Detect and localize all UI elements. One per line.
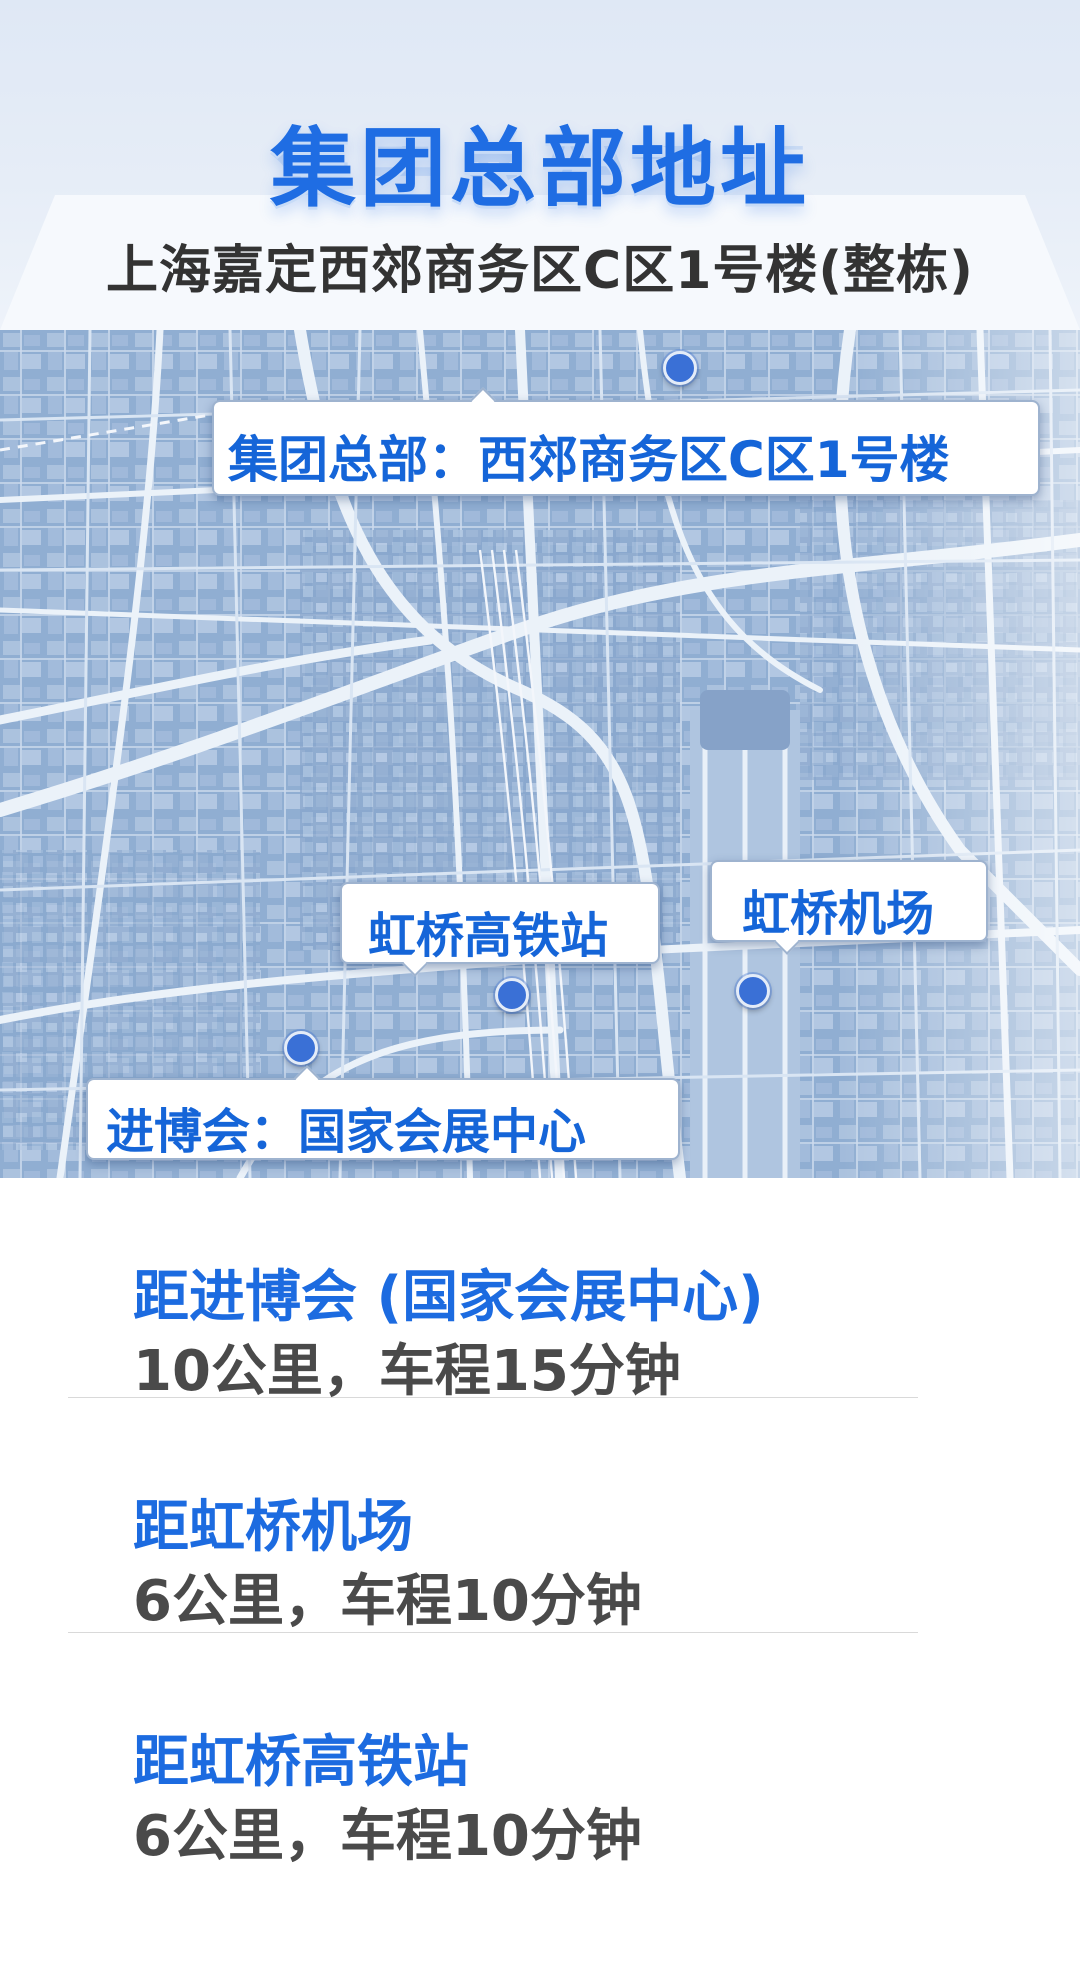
page-title: 集团总部地址 [270, 119, 810, 219]
distance-title: 距进博会 (国家会展中心) [133, 1265, 764, 1330]
expo-label: 进博会：国家会展中心 [106, 1104, 587, 1160]
distance-item-expo: 距进博会 (国家会展中心) 10公里，车程15分钟 [68, 1240, 918, 1404]
airport-pin[interactable] [736, 974, 770, 1008]
headquarters-label: 集团总部：西郊商务区C区1号楼 [228, 431, 950, 489]
distance-item-railway-station: 距虹桥高铁站 6公里，车程10分钟 [68, 1705, 918, 1869]
expo-pin[interactable] [284, 1031, 318, 1065]
header: 集团总部地址 集团总部地址 上海嘉定西郊商务区C区1号楼(整栋) [0, 0, 1080, 330]
distance-title: 距虹桥高铁站 [133, 1730, 469, 1795]
area-map[interactable]: 集团总部：西郊商务区C区1号楼 虹桥高铁站 虹桥机场 进博会：国家会展中心 [0, 330, 1080, 1178]
distance-item-airport: 距虹桥机场 6公里，车程10分钟 [68, 1470, 918, 1634]
headquarters-pin[interactable] [663, 351, 697, 385]
airport-label: 虹桥机场 [742, 886, 935, 942]
distance-value: 6公里，车程10分钟 [133, 1804, 642, 1869]
railway-station-pin[interactable] [495, 978, 529, 1012]
expo-callout[interactable]: 进博会：国家会展中心 [86, 1065, 680, 1160]
headquarters-callout[interactable]: 集团总部：西郊商务区C区1号楼 [212, 387, 1040, 496]
railway-station-label: 虹桥高铁站 [368, 908, 609, 964]
headquarters-address: 上海嘉定西郊商务区C区1号楼(整栋) [106, 241, 974, 301]
distance-value: 10公里，车程15分钟 [133, 1339, 681, 1404]
distance-title: 距虹桥机场 [133, 1495, 413, 1560]
distance-value: 6公里，车程10分钟 [133, 1569, 642, 1634]
airport-callout[interactable]: 虹桥机场 [710, 860, 988, 955]
railway-station-callout[interactable]: 虹桥高铁站 [340, 882, 660, 977]
